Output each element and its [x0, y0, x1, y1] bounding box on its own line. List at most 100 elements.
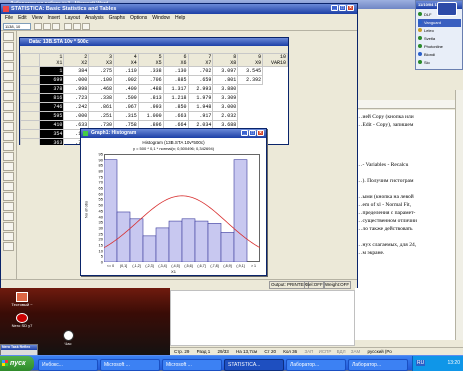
histogram-bar[interactable]	[142, 235, 157, 262]
tool-button[interactable]	[3, 32, 14, 41]
contact-item[interactable]: Photonline	[418, 43, 461, 51]
row-header[interactable]	[20, 120, 40, 130]
table-cell[interactable]: .315	[113, 111, 139, 121]
table-cell[interactable]: .702	[187, 66, 214, 76]
word-vscroll[interactable]	[455, 90, 463, 340]
contact-item[interactable]: Blondi	[418, 51, 461, 59]
taskbar-button[interactable]: Лаборатор...	[286, 359, 346, 371]
tool-button[interactable]	[3, 102, 14, 111]
tool-button[interactable]	[3, 62, 14, 71]
column-header[interactable]: 5 X5	[137, 53, 164, 67]
tool-button[interactable]	[3, 242, 14, 251]
column-header[interactable]: 6 X6	[162, 53, 189, 67]
start-button[interactable]: пуск	[0, 356, 34, 371]
contact-item[interactable]: Vanguard	[418, 19, 461, 27]
histogram-bar[interactable]	[168, 220, 183, 262]
menu-item[interactable]: View	[32, 15, 43, 21]
table-cell[interactable]: .488	[137, 84, 164, 94]
table-cell[interactable]: 378	[38, 84, 65, 94]
column-header[interactable]: 1 X1	[38, 53, 65, 67]
table-cell[interactable]: 1.000	[137, 111, 164, 121]
column-header[interactable]: 9 X9	[237, 53, 264, 67]
table-cell[interactable]: 2.392	[237, 75, 264, 85]
table-cell[interactable]: 354	[38, 129, 65, 139]
maximize-button[interactable]: □	[339, 5, 346, 11]
desktop-icon-1[interactable]: Тестовый ~	[4, 292, 40, 312]
table-cell[interactable]: 3.309	[212, 93, 239, 103]
taskbar-button[interactable]: Инбокс...	[38, 359, 98, 371]
tool-button[interactable]	[3, 152, 14, 161]
graph-maximize-button[interactable]: □	[249, 130, 256, 136]
table-cell[interactable]: 746	[38, 102, 65, 112]
histogram-bar[interactable]	[194, 220, 209, 262]
contact-item[interactable]: Leleo	[418, 27, 461, 35]
tool-button[interactable]	[3, 72, 14, 81]
table-cell[interactable]: .861	[88, 102, 114, 112]
tool-button[interactable]	[3, 222, 14, 231]
tool-button[interactable]	[3, 232, 14, 241]
desktop-icon-2[interactable]: Nero SD y7	[4, 313, 40, 333]
row-header[interactable]	[20, 75, 40, 85]
tool-button[interactable]	[3, 212, 14, 221]
tool-button[interactable]	[3, 112, 14, 121]
tool-button[interactable]	[3, 122, 14, 131]
graph-button[interactable]	[82, 23, 90, 30]
menu-item[interactable]: File	[5, 15, 13, 21]
menu-item[interactable]: Layout	[65, 15, 80, 21]
bold-button[interactable]	[34, 23, 42, 30]
row-header[interactable]	[20, 111, 40, 121]
menu-item[interactable]: Graphs	[109, 15, 125, 21]
histogram-bar[interactable]	[233, 159, 248, 262]
table-cell[interactable]: .100	[88, 75, 114, 85]
minimize-button[interactable]: _	[331, 5, 338, 11]
table-cell[interactable]: .338	[88, 93, 114, 103]
contact-item[interactable]: Sio	[418, 59, 461, 67]
column-header[interactable]: 8 X8	[212, 53, 239, 67]
table-cell[interactable]: 816	[38, 93, 65, 103]
menu-item[interactable]: Edit	[18, 15, 27, 21]
menu-item[interactable]: Help	[175, 15, 185, 21]
word-document[interactable]: …ией Copy (кнопка или …Edit - Copy), запи…	[355, 110, 455, 340]
row-header[interactable]	[20, 138, 40, 145]
tool-button[interactable]	[3, 182, 14, 191]
table-cell[interactable]: .251	[88, 111, 114, 121]
table-cell[interactable]: .130	[162, 66, 189, 76]
table-cell[interactable]: 2.032	[212, 111, 239, 121]
histogram-bar[interactable]	[181, 218, 196, 262]
table-cell[interactable]: .242	[63, 102, 90, 112]
tool-button[interactable]	[3, 82, 14, 91]
table-cell[interactable]: 3.545	[237, 66, 264, 76]
table-cell[interactable]: .338	[137, 66, 164, 76]
tool-button[interactable]	[3, 52, 14, 61]
taskbar-button[interactable]: Microsoft ...	[100, 359, 160, 371]
row-header[interactable]	[20, 93, 40, 103]
column-header[interactable]: 7 X7	[187, 53, 214, 67]
table-cell[interactable]: 1.218	[162, 93, 189, 103]
table-cell[interactable]: .850	[162, 102, 189, 112]
column-header[interactable]: 2 X2	[63, 53, 90, 67]
menu-item[interactable]: Options	[130, 15, 147, 21]
row-header[interactable]	[20, 129, 40, 139]
table-cell[interactable]: .409	[113, 84, 139, 94]
underline-button[interactable]	[52, 23, 60, 30]
tool-button[interactable]	[3, 192, 14, 201]
histogram-bar[interactable]	[207, 223, 222, 262]
table-cell[interactable]: .659	[187, 75, 214, 85]
table-cell[interactable]: 363	[38, 138, 65, 145]
row-header[interactable]	[20, 66, 40, 76]
table-cell[interactable]: 595	[38, 111, 65, 121]
table-cell[interactable]: 410	[38, 120, 65, 130]
tool-button[interactable]	[3, 142, 14, 151]
histogram-bar[interactable]	[116, 211, 131, 262]
corner-cell[interactable]	[20, 53, 40, 67]
clock[interactable]: 13:20	[447, 356, 460, 371]
table-cell[interactable]: .000	[63, 75, 90, 85]
table-cell[interactable]: 3.880	[212, 84, 239, 94]
histogram-bar[interactable]	[129, 218, 144, 262]
menu-item[interactable]: Window	[152, 15, 170, 21]
row-header[interactable]	[20, 84, 40, 94]
table-cell[interactable]: .663	[162, 111, 189, 121]
stats-button[interactable]	[73, 23, 81, 30]
table-cell[interactable]: 1.948	[187, 102, 214, 112]
menu-item[interactable]: Analysis	[85, 15, 104, 21]
